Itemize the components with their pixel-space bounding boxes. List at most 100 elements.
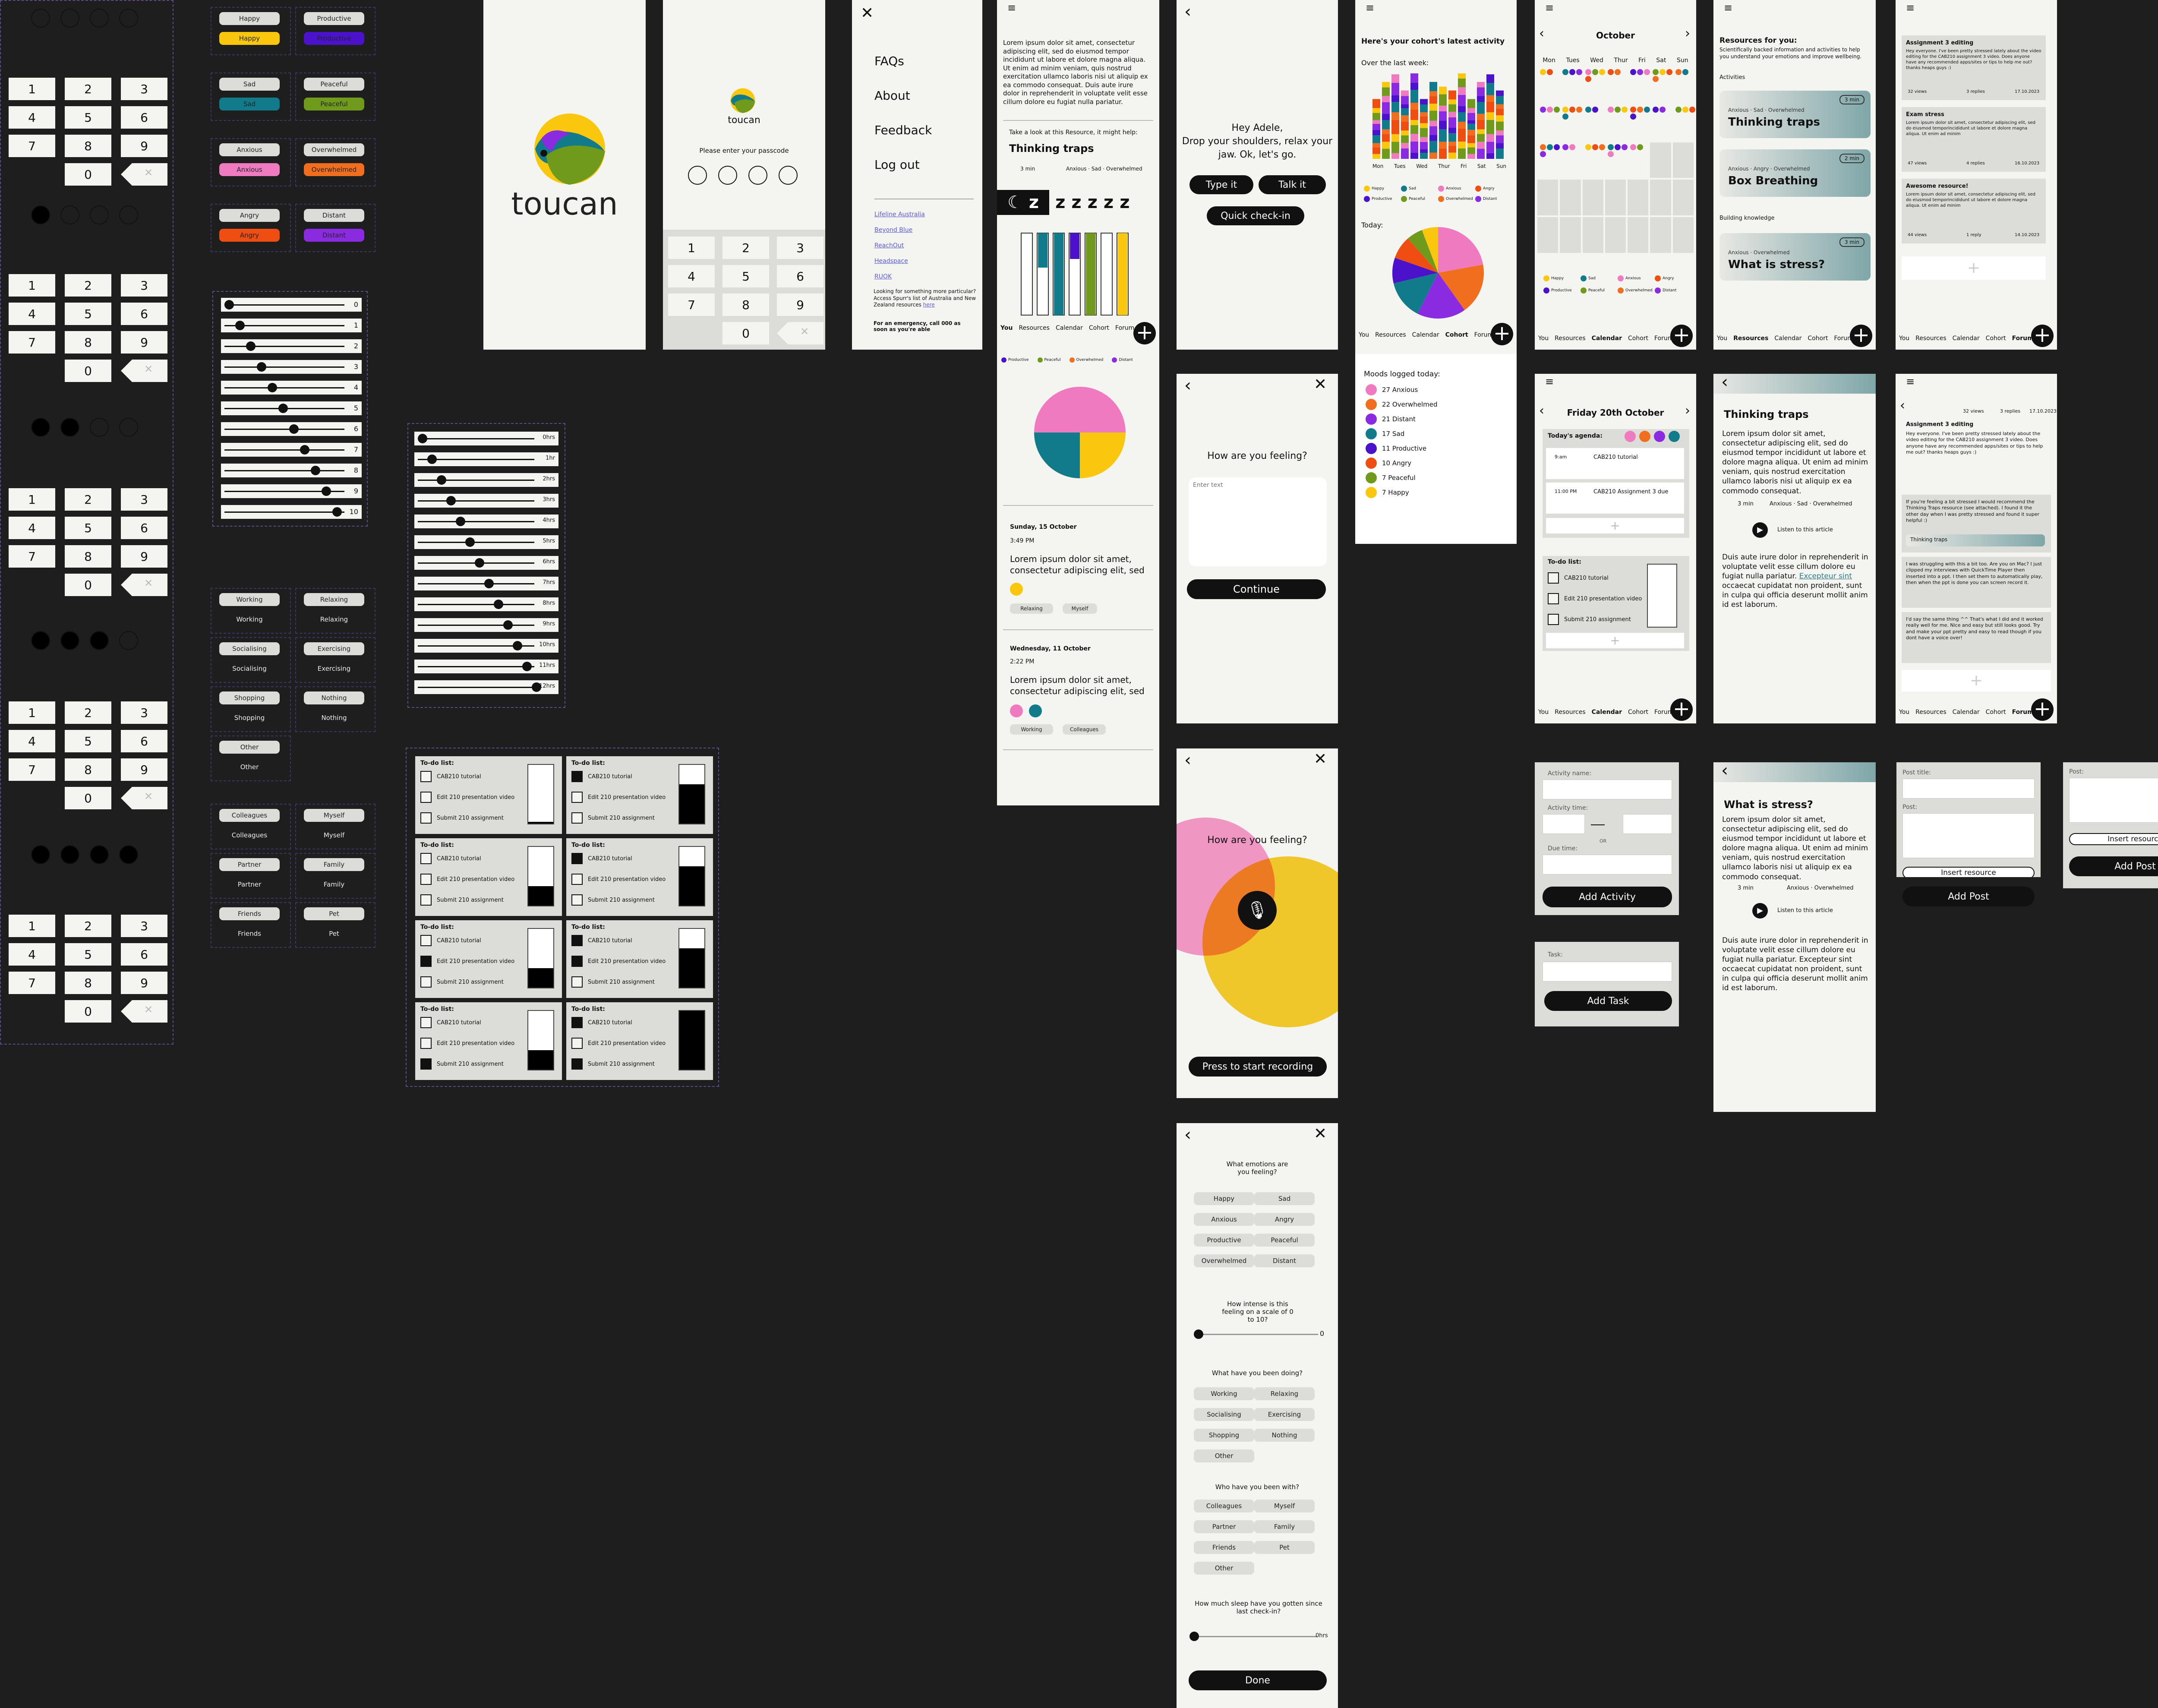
attached-resource[interactable]: Thinking traps	[1906, 534, 2045, 546]
sleep-row[interactable]: 3hrs	[414, 494, 558, 508]
article-link[interactable]: Excepteur sint	[1799, 572, 1852, 581]
nav-forum[interactable]: Forum	[2012, 335, 2034, 342]
calendar-day[interactable]	[1650, 142, 1671, 178]
calendar-day[interactable]	[1650, 104, 1671, 141]
slider-knob[interactable]	[503, 620, 513, 630]
keypad-key[interactable]: 1	[9, 915, 55, 937]
checkbox[interactable]	[571, 853, 583, 864]
add-activity-button[interactable]: Add Activity	[1543, 887, 1672, 907]
option-pill-selected[interactable]: Partner	[219, 878, 280, 891]
sleep-row[interactable]: 6hrs	[414, 556, 558, 570]
checkbox[interactable]	[571, 771, 583, 782]
sleep-slider[interactable]	[1192, 1636, 1317, 1637]
checkbox[interactable]	[571, 935, 583, 946]
checkbox[interactable]	[420, 1017, 432, 1028]
activity-name-input[interactable]	[1543, 780, 1672, 799]
helpline-link[interactable]: RUOK	[874, 273, 892, 281]
play-icon[interactable]: ▶	[1752, 903, 1768, 919]
option-pill[interactable]: Working	[219, 593, 280, 606]
resource-card[interactable]: 3 min Anxious · Overwhelmed What is stress…	[1719, 233, 1871, 281]
back-icon[interactable]: ‹	[1184, 376, 1191, 395]
calendar-day[interactable]	[1605, 104, 1628, 141]
checkbox[interactable]	[571, 1058, 583, 1070]
calendar-day[interactable]	[1582, 67, 1605, 103]
keypad-key[interactable]: 6	[121, 730, 167, 752]
keypad-key[interactable]: 5	[65, 943, 111, 966]
emotion-option[interactable]: Distant	[1254, 1254, 1315, 1267]
keypad-key[interactable]: 7	[9, 758, 55, 781]
checkbox[interactable]	[420, 792, 432, 803]
slider-knob[interactable]	[235, 321, 245, 330]
checkbox[interactable]	[1548, 572, 1559, 584]
slider-knob[interactable]	[268, 383, 277, 392]
nav-you[interactable]: You	[1899, 709, 1909, 716]
forum-post[interactable]: Assignment 3 editing Hey everyone. I've b…	[1902, 35, 2046, 100]
emotion-option[interactable]: Productive	[1194, 1234, 1254, 1247]
todo-item[interactable]: Submit 210 assignment	[420, 1058, 504, 1070]
todo-item[interactable]: Submit 210 assignment	[571, 812, 655, 824]
nav-resources[interactable]: Resources	[1019, 325, 1050, 331]
helpline-link[interactable]: ReachOut	[874, 242, 904, 249]
sleep-row[interactable]: 11hrs	[414, 660, 558, 673]
nav-cohort[interactable]: Cohort	[1445, 331, 1468, 338]
checkbox[interactable]	[420, 874, 432, 885]
calendar-day[interactable]	[1560, 180, 1581, 216]
nav-cohort[interactable]: Cohort	[1089, 325, 1109, 331]
mic-button[interactable]: 🎙	[1238, 891, 1277, 930]
calendar-day[interactable]	[1537, 142, 1560, 178]
slider-knob[interactable]	[437, 475, 446, 485]
todo-item[interactable]: Edit 210 presentation video	[571, 1038, 666, 1049]
intensity-row[interactable]: 8	[221, 464, 362, 477]
keypad-key[interactable]: 6	[121, 517, 167, 539]
slider-knob[interactable]	[418, 434, 427, 443]
checkbox[interactable]	[571, 792, 583, 803]
todo-item[interactable]: CAB210 tutorial	[420, 1017, 481, 1028]
listen-label[interactable]: Listen to this article	[1777, 907, 1833, 915]
type-it-button[interactable]: Type it	[1189, 175, 1253, 194]
option-pill-selected[interactable]: Distant	[304, 229, 364, 242]
keypad-key[interactable]: 3	[121, 274, 167, 297]
nav-you[interactable]: You	[1538, 709, 1549, 716]
calendar-day[interactable]	[1650, 180, 1671, 216]
option-pill[interactable]: Productive	[304, 12, 364, 25]
todo-item[interactable]: CAB210 tutorial	[420, 853, 481, 864]
option-pill-selected[interactable]: Friends	[219, 927, 280, 940]
keypad-key[interactable]: 2	[65, 274, 111, 297]
option-pill-selected[interactable]: Myself	[304, 829, 364, 842]
calendar-day[interactable]	[1560, 67, 1583, 103]
keypad-key[interactable]: 3	[777, 237, 823, 259]
keypad-key[interactable]: 8	[65, 545, 111, 568]
nav-resources[interactable]: Resources	[1555, 335, 1586, 342]
calendar-day[interactable]	[1650, 217, 1671, 253]
option-pill[interactable]: Other	[219, 741, 280, 754]
slider-knob[interactable]	[446, 496, 456, 505]
calendar-day[interactable]	[1672, 217, 1694, 253]
calendar-day[interactable]	[1537, 104, 1560, 141]
keypad-key[interactable]: 4	[668, 265, 715, 287]
person-option[interactable]: Partner	[1194, 1520, 1254, 1533]
close-icon[interactable]: ✕	[1314, 376, 1327, 393]
nav-you[interactable]: You	[1000, 325, 1013, 331]
done-button[interactable]: Done	[1189, 1670, 1327, 1690]
forum-post[interactable]: Exam stress Lorem ipsum dolor sit amet, c…	[1902, 107, 2046, 172]
sleep-row[interactable]: 7hrs	[414, 577, 558, 590]
todo-item[interactable]: CAB210 tutorial	[420, 935, 481, 946]
checkbox[interactable]	[420, 894, 432, 906]
todo-item[interactable]: CAB210 tutorial	[571, 771, 632, 782]
person-option[interactable]: Friends	[1194, 1541, 1254, 1554]
checkbox[interactable]	[1548, 614, 1559, 625]
helpline-link[interactable]: Headspace	[874, 257, 908, 265]
checkbox[interactable]	[420, 956, 432, 967]
option-pill-selected[interactable]: Exercising	[304, 662, 364, 675]
intensity-row[interactable]: 3	[221, 360, 362, 374]
person-option[interactable]: Family	[1254, 1520, 1315, 1533]
keypad-key[interactable]: 7	[9, 135, 55, 157]
sleep-row[interactable]: 1hr	[414, 452, 558, 466]
activity-option[interactable]: Nothing	[1254, 1429, 1315, 1442]
add-post-button[interactable]: +	[1902, 256, 2046, 280]
back-icon[interactable]: ‹	[1900, 398, 1905, 413]
emotion-option[interactable]: Peaceful	[1254, 1234, 1315, 1247]
keypad-key[interactable]: 1	[668, 237, 715, 259]
backspace-icon[interactable]	[777, 322, 823, 344]
sleep-row[interactable]: 4hrs	[414, 515, 558, 528]
